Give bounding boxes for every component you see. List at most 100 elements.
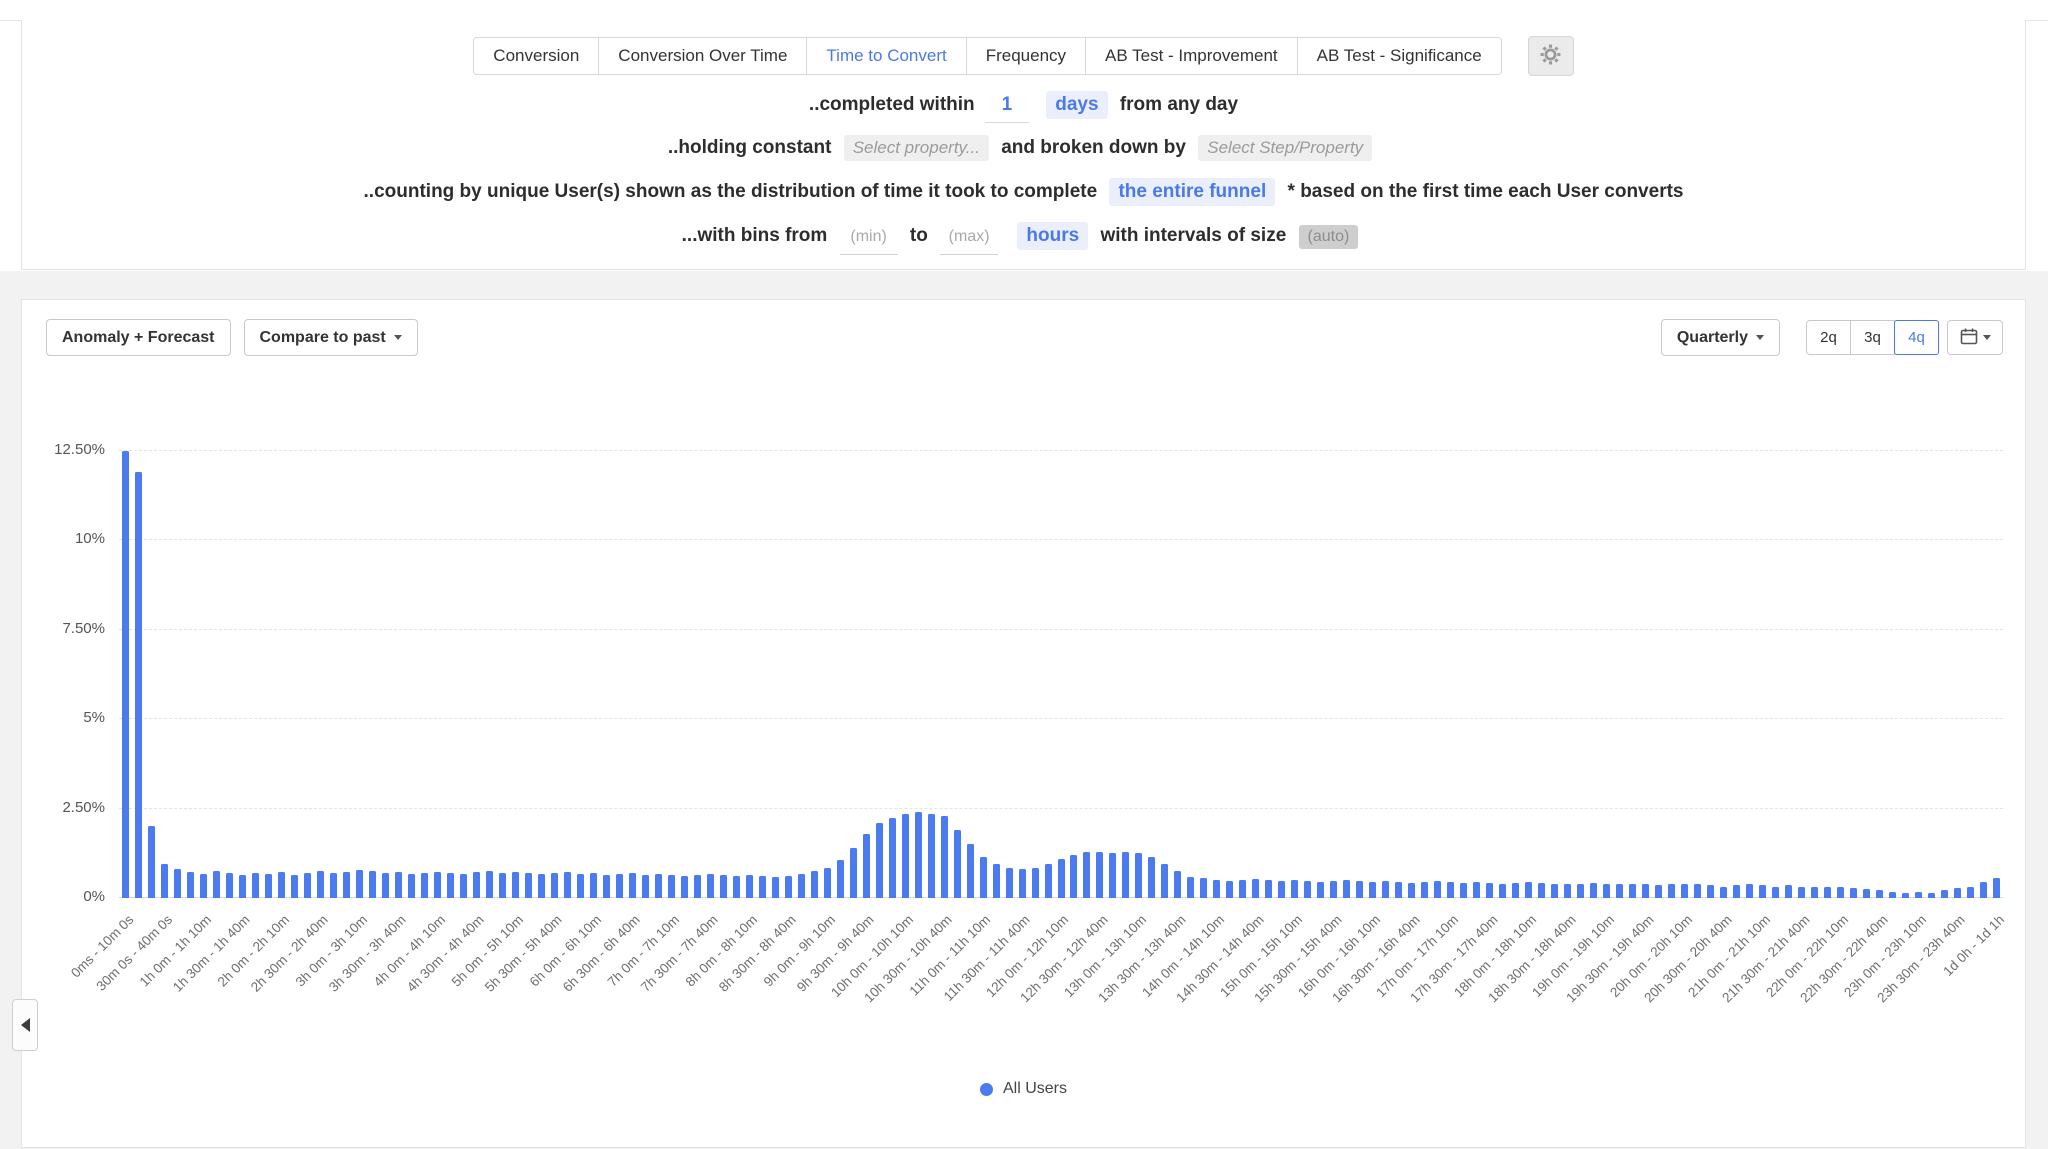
histogram-bar-67[interactable] (993, 864, 1000, 898)
histogram-bar-28[interactable] (486, 871, 493, 898)
select-step-property-dropdown[interactable]: Select Step/Property (1198, 135, 1372, 161)
histogram-bar-39[interactable] (629, 873, 636, 898)
histogram-bar-27[interactable] (473, 872, 480, 898)
histogram-bar-84[interactable] (1213, 880, 1220, 898)
histogram-bar-113[interactable] (1590, 883, 1597, 898)
histogram-bar-35[interactable] (577, 874, 584, 898)
histogram-bar-124[interactable] (1733, 885, 1740, 898)
histogram-bar-7[interactable] (213, 871, 220, 898)
histogram-bar-134[interactable] (1863, 889, 1870, 898)
histogram-bar-50[interactable] (772, 877, 779, 898)
histogram-bar-74[interactable] (1083, 852, 1090, 898)
histogram-bar-31[interactable] (525, 873, 532, 898)
select-property-dropdown[interactable]: Select property... (844, 135, 989, 161)
histogram-bar-85[interactable] (1226, 881, 1233, 898)
histogram-bar-133[interactable] (1850, 888, 1857, 898)
histogram-bar-93[interactable] (1330, 881, 1337, 898)
histogram-bar-56[interactable] (850, 848, 857, 898)
histogram-bar-62[interactable] (928, 814, 935, 898)
histogram-bar-40[interactable] (642, 875, 649, 898)
histogram-bar-58[interactable] (876, 823, 883, 898)
histogram-bar-45[interactable] (707, 874, 714, 898)
tab-ab-test-significance[interactable]: AB Test - Significance (1297, 37, 1502, 75)
tab-conversion[interactable]: Conversion (473, 37, 599, 75)
histogram-bar-88[interactable] (1265, 880, 1272, 898)
histogram-bar-60[interactable] (902, 814, 909, 898)
histogram-bar-30[interactable] (512, 872, 519, 898)
histogram-bar-73[interactable] (1070, 855, 1077, 898)
histogram-bar-36[interactable] (590, 873, 597, 898)
histogram-bar-29[interactable] (499, 873, 506, 898)
bin-min-input[interactable]: (min) (840, 220, 898, 255)
histogram-bar-13[interactable] (291, 875, 298, 898)
histogram-bar-48[interactable] (746, 875, 753, 898)
histogram-bar-8[interactable] (226, 873, 233, 898)
histogram-bar-123[interactable] (1720, 887, 1727, 898)
tab-conversion-over-time[interactable]: Conversion Over Time (598, 37, 807, 75)
histogram-bar-130[interactable] (1811, 887, 1818, 898)
bin-max-input[interactable]: (max) (940, 220, 998, 255)
histogram-bar-89[interactable] (1278, 881, 1285, 898)
histogram-bar-129[interactable] (1798, 887, 1805, 898)
histogram-bar-112[interactable] (1577, 884, 1584, 898)
histogram-bar-111[interactable] (1564, 884, 1571, 898)
histogram-bar-42[interactable] (668, 875, 675, 898)
completed-within-value-input[interactable]: 1 (985, 88, 1029, 123)
histogram-bar-77[interactable] (1122, 852, 1129, 898)
time-unit-dropdown[interactable]: days (1046, 91, 1107, 119)
histogram-bar-53[interactable] (811, 871, 818, 898)
histogram-bar-115[interactable] (1616, 884, 1623, 898)
histogram-bar-142[interactable] (1967, 887, 1974, 898)
tab-ab-test-improvement[interactable]: AB Test - Improvement (1085, 37, 1298, 75)
histogram-bar-11[interactable] (265, 874, 272, 898)
histogram-bar-21[interactable] (395, 872, 402, 898)
histogram-bar-135[interactable] (1876, 890, 1883, 898)
histogram-bar-20[interactable] (382, 873, 389, 898)
histogram-bar-59[interactable] (889, 818, 896, 898)
tab-frequency[interactable]: Frequency (966, 37, 1086, 75)
histogram-bar-26[interactable] (460, 874, 467, 898)
histogram-bar-139[interactable] (1928, 893, 1935, 898)
histogram-bar-75[interactable] (1096, 852, 1103, 898)
histogram-bar-70[interactable] (1032, 868, 1039, 898)
histogram-bar-120[interactable] (1681, 884, 1688, 898)
histogram-bar-105[interactable] (1486, 883, 1493, 898)
histogram-bar-125[interactable] (1746, 884, 1753, 898)
histogram-bar-102[interactable] (1447, 882, 1454, 898)
histogram-bar-106[interactable] (1499, 884, 1506, 898)
histogram-bar-0[interactable] (122, 451, 129, 898)
histogram-bar-114[interactable] (1603, 884, 1610, 898)
histogram-bar-16[interactable] (330, 873, 337, 898)
histogram-bar-141[interactable] (1954, 888, 1961, 898)
histogram-bar-25[interactable] (447, 873, 454, 898)
histogram-bar-23[interactable] (421, 873, 428, 898)
histogram-bar-140[interactable] (1941, 890, 1948, 898)
histogram-bar-69[interactable] (1019, 869, 1026, 898)
histogram-bar-99[interactable] (1408, 883, 1415, 898)
histogram-bar-76[interactable] (1109, 853, 1116, 898)
settings-button[interactable] (1528, 36, 1574, 76)
histogram-bar-79[interactable] (1148, 857, 1155, 898)
histogram-bar-107[interactable] (1512, 883, 1519, 898)
entire-funnel-dropdown[interactable]: the entire funnel (1109, 178, 1275, 206)
histogram-bar-143[interactable] (1980, 882, 1987, 898)
histogram-bar-137[interactable] (1902, 893, 1909, 898)
histogram-bar-49[interactable] (759, 876, 766, 898)
histogram-bar-91[interactable] (1304, 881, 1311, 898)
histogram-bar-126[interactable] (1759, 885, 1766, 898)
histogram-bar-68[interactable] (1006, 868, 1013, 898)
histogram-bar-10[interactable] (252, 873, 259, 898)
histogram-bar-131[interactable] (1824, 887, 1831, 898)
histogram-bar-46[interactable] (720, 875, 727, 898)
histogram-bar-98[interactable] (1395, 882, 1402, 898)
histogram-bar-38[interactable] (616, 874, 623, 898)
histogram-bar-43[interactable] (681, 876, 688, 898)
histogram-bar-128[interactable] (1785, 885, 1792, 898)
histogram-bar-66[interactable] (980, 857, 987, 898)
histogram-bar-119[interactable] (1668, 884, 1675, 898)
histogram-bar-65[interactable] (967, 844, 974, 898)
date-picker-button[interactable] (1947, 320, 2003, 355)
histogram-bar-108[interactable] (1525, 882, 1532, 898)
histogram-bar-61[interactable] (915, 812, 922, 898)
histogram-bar-103[interactable] (1460, 883, 1467, 898)
